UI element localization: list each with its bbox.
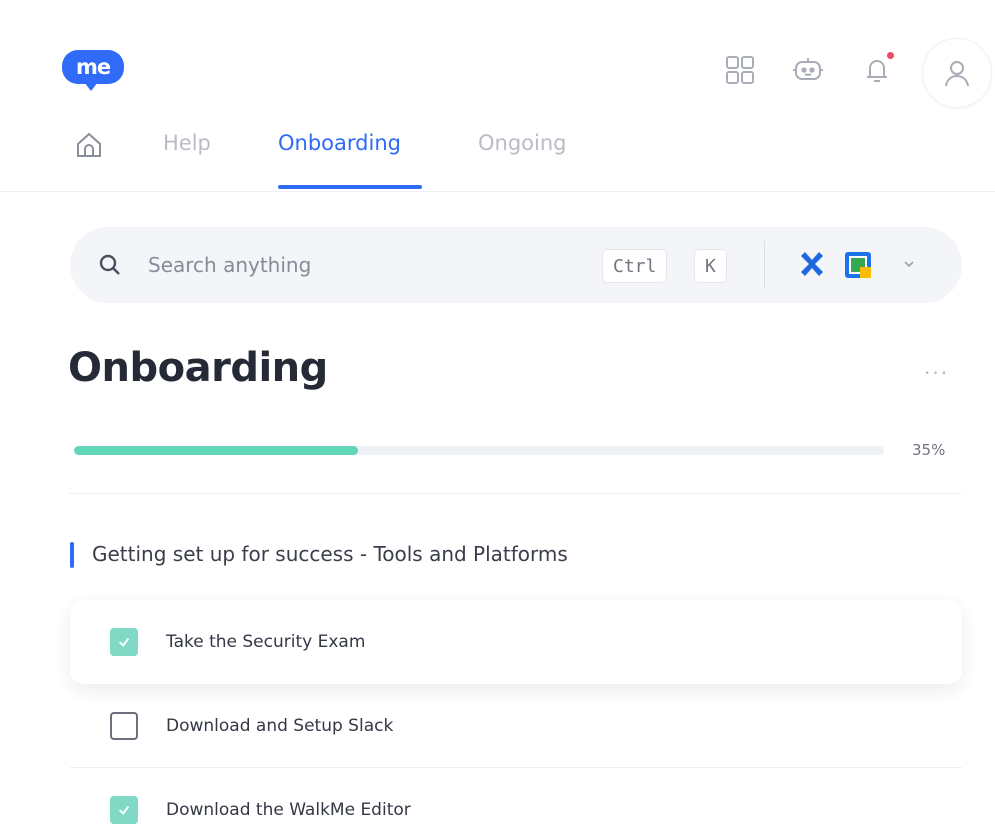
walkme-menu-panel: me Help Onboarding Ongoing Search anythi… — [0, 0, 995, 839]
task-label: Download and Setup Slack — [166, 715, 394, 736]
shortcut-key-k: K — [694, 249, 727, 283]
active-tab-indicator — [278, 185, 422, 189]
apps-grid-icon[interactable] — [720, 50, 760, 90]
checkmark-icon — [118, 805, 130, 815]
more-options-button[interactable]: ... — [924, 355, 949, 379]
search-bar: Ctrl K — [70, 227, 962, 303]
home-icon[interactable] — [74, 130, 104, 160]
google-calendar-app-icon[interactable] — [842, 249, 874, 281]
task-list: Take the Security Exam Download and Setu… — [70, 600, 962, 839]
notification-dot — [887, 52, 894, 59]
tab-onboarding[interactable]: Onboarding — [278, 131, 401, 155]
task-item[interactable]: Download the WalkMe Editor — [70, 768, 962, 839]
chevron-down-icon[interactable] — [902, 257, 916, 271]
task-label: Take the Security Exam — [166, 632, 366, 652]
task-item[interactable]: Download and Setup Slack — [70, 684, 962, 768]
checkmark-icon — [118, 637, 130, 647]
task-checkbox[interactable] — [110, 628, 138, 656]
tab-help[interactable]: Help — [163, 131, 211, 155]
search-icon — [99, 254, 120, 275]
task-label: Download the WalkMe Editor — [166, 799, 411, 820]
chatbot-icon[interactable] — [788, 50, 828, 90]
task-checkbox[interactable] — [110, 795, 138, 824]
section-title: Getting set up for success - Tools and P… — [92, 542, 568, 566]
bell-icon[interactable] — [857, 50, 897, 90]
user-icon — [945, 61, 969, 87]
tab-bar: Help Onboarding Ongoing — [0, 118, 995, 192]
user-avatar[interactable] — [922, 38, 992, 108]
section-accent-bar — [70, 542, 74, 568]
search-divider — [764, 241, 765, 289]
tab-ongoing[interactable]: Ongoing — [478, 131, 567, 155]
progress-percentage: 35% — [912, 441, 946, 459]
shortcut-key-ctrl: Ctrl — [602, 249, 668, 283]
logo-text: me — [75, 55, 111, 79]
search-input[interactable] — [148, 245, 568, 285]
walkme-logo: me — [62, 50, 124, 91]
confluence-app-icon[interactable] — [796, 249, 828, 281]
task-checkbox[interactable] — [110, 711, 138, 740]
task-item[interactable]: Take the Security Exam — [70, 600, 962, 684]
divider — [68, 493, 962, 494]
progress-fill — [74, 446, 358, 455]
progress-bar — [74, 446, 884, 455]
page-title: Onboarding — [68, 345, 328, 391]
